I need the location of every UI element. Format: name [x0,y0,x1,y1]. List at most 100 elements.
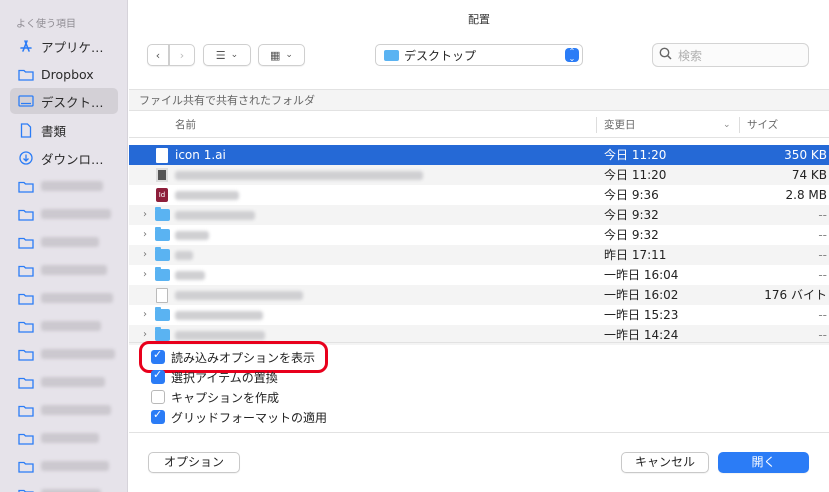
sidebar-item-documents[interactable]: 書類 [10,117,118,143]
options-button[interactable]: オプション [148,452,240,473]
option-label[interactable]: 選択アイテムの置換 [171,369,278,386]
file-size: 350 KB [784,148,827,162]
option-label[interactable]: キャプションを作成 [171,389,279,406]
folder-icon [18,431,34,445]
sidebar-item-downloads[interactable]: ダウンロ… [10,145,118,171]
redacted-file-name [175,191,239,200]
file-row[interactable]: Id 今日 9:36 2.8 MB [129,185,829,205]
file-row[interactable]: › 一昨日 15:23 -- [129,305,829,325]
redacted-label [41,265,107,275]
file-row[interactable]: › 昨日 17:11 -- [129,245,829,265]
location-label: デスクトップ [404,48,477,63]
file-date: 昨日 17:11 [604,248,667,262]
disclosure-chevron-icon[interactable]: › [143,305,147,325]
folder-icon [18,487,34,492]
sort-chevron-icon: ⌄ [723,120,731,130]
file-date: 今日 9:32 [604,208,659,222]
option-checkbox[interactable] [151,368,165,384]
option-label[interactable]: グリッドフォーマットの適用 [171,409,327,426]
sidebar-item-dropbox[interactable]: Dropbox [10,61,118,87]
folder-icon [18,459,34,473]
sidebar-item-folder[interactable] [10,229,118,255]
sidebar-item-label: デスクト… [41,94,104,110]
chevron-down-icon: ⌄ [285,50,293,60]
up-down-arrows-icon: ⌃ ⌄ [565,48,579,63]
disclosure-chevron-icon[interactable]: › [143,225,147,245]
redacted-label [41,321,101,331]
file-row[interactable]: › 一昨日 16:04 -- [129,265,829,285]
disclosure-chevron-icon[interactable]: › [143,205,147,225]
file-row[interactable]: › 今日 9:32 -- [129,205,829,225]
sidebar-item-label: ダウンロ… [41,151,104,167]
sidebar-item-folder[interactable] [10,341,118,367]
redacted-label [41,405,111,415]
redacted-file-name [175,211,255,220]
search-placeholder: 検索 [678,48,703,63]
sidebar-item-applications[interactable]: アプリケ… [10,33,118,59]
folder-icon [18,291,34,305]
sidebar-item-folder[interactable] [10,425,118,451]
sidebar-section-favorites: よく使う項目 [16,19,76,30]
forward-button[interactable]: › [169,44,195,66]
option-checkbox[interactable] [151,408,165,424]
sidebar-item-folder[interactable] [10,201,118,227]
chevron-right-icon: › [179,48,185,62]
file-size: -- [818,268,827,282]
search-field[interactable]: 検索 [652,43,809,67]
column-header-size[interactable]: サイズ [747,113,778,137]
file-row[interactable]: › 今日 9:32 -- [129,225,829,245]
list-icon: ☰ [215,48,226,62]
redacted-file-name [175,231,209,240]
folder-icon [155,207,170,223]
disclosure-chevron-icon[interactable]: › [143,245,147,265]
redacted-label [41,377,105,387]
open-button[interactable]: 開く [718,452,809,473]
sidebar-item-folder[interactable] [10,285,118,311]
sidebar-item-folder[interactable] [10,369,118,395]
column-header-date[interactable]: 変更日 [604,113,636,137]
sidebar-item-folder[interactable] [10,481,118,492]
file-size: -- [818,228,827,242]
file-date: 今日 9:32 [604,228,659,242]
file-size: -- [818,308,827,322]
option-checkbox[interactable] [151,348,165,364]
folder-icon [155,307,170,323]
cancel-button[interactable]: キャンセル [621,452,709,473]
file-row[interactable]: icon 1.ai 今日 11:20 350 KB [129,145,829,165]
folder-icon [18,319,34,333]
grid-view-button[interactable]: ▦ ⌄ [258,44,305,66]
document-icon [155,148,170,163]
column-separator [739,117,740,133]
option-checkbox[interactable] [151,390,165,404]
desktop-icon [18,94,34,108]
document-icon [155,168,170,183]
redacted-label [41,237,99,247]
sidebar-item-folder[interactable] [10,397,118,423]
folder-icon [18,263,34,277]
file-row[interactable]: 一昨日 16:02 176 バイト [129,285,829,305]
sidebar-item-folder[interactable] [10,313,118,339]
file-size: -- [818,248,827,262]
location-popup[interactable]: デスクトップ ⌃ ⌄ [375,44,583,66]
file-size: 74 KB [791,168,827,182]
redacted-file-name [175,171,423,180]
list-view-button[interactable]: ☰ ⌄ [203,44,251,66]
sidebar-item-folder[interactable] [10,173,118,199]
sidebar-item-desktop[interactable]: デスクト… [10,88,118,114]
file-size: -- [818,208,827,222]
file-size: 2.8 MB [785,188,827,202]
redacted-label [41,433,99,443]
file-row[interactable]: 今日 11:20 74 KB [129,165,829,185]
disclosure-chevron-icon[interactable]: › [143,265,147,285]
sidebar-item-folder[interactable] [10,257,118,283]
app-store-icon [18,39,34,53]
back-button[interactable]: ‹ [147,44,169,66]
folder-icon [18,207,34,221]
column-header-name[interactable]: 名前 [175,113,196,137]
redacted-label [41,209,111,219]
sidebar-item-folder[interactable] [10,453,118,479]
folder-icon [18,179,34,193]
redacted-label [41,349,115,359]
option-label[interactable]: 読み込みオプションを表示 [171,349,315,366]
redacted-label [41,181,103,191]
